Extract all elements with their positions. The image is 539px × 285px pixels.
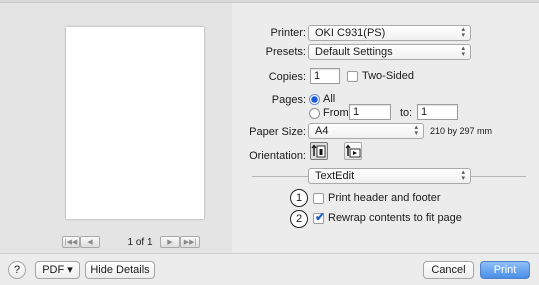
section-divider-right — [471, 176, 526, 177]
pages-to-label: to: — [400, 107, 413, 119]
rewrap-contents-label: Rewrap contents to fit page — [328, 212, 462, 224]
pages-from-label: From: — [323, 107, 352, 119]
paper-size-label: Paper Size: — [249, 126, 306, 138]
page-count-label: 1 of 1 — [127, 237, 153, 248]
landscape-icon — [345, 144, 361, 158]
help-button[interactable]: ? — [8, 261, 26, 279]
popup-arrows-icon: ▴ ▾ — [414, 124, 418, 137]
pdf-label: PDF ▾ — [42, 264, 73, 276]
pages-from-value: 1 — [353, 106, 360, 118]
preview-pane: |◀◀ ◀ 1 of 1 ▶ ▶▶| — [0, 3, 232, 253]
page-preview — [66, 27, 204, 219]
section-value: TextEdit — [315, 170, 355, 182]
callout-two: 2 — [290, 210, 308, 228]
printer-popup[interactable]: OKI C931(PS) ▴ ▾ — [308, 25, 471, 41]
rewrap-contents-checkbox[interactable]: ✔ — [313, 210, 326, 224]
section-popup[interactable]: TextEdit ▴ ▾ — [308, 168, 471, 184]
presets-popup[interactable]: Default Settings ▴ ▾ — [308, 44, 471, 60]
print-header-footer-checkbox[interactable] — [313, 193, 324, 204]
portrait-icon — [311, 144, 326, 158]
next-page-button[interactable]: ▶ — [160, 236, 180, 248]
popup-arrows-icon: ▴ ▾ — [461, 169, 465, 182]
pages-to-value: 1 — [421, 106, 428, 118]
paper-size-value: A4 — [315, 125, 329, 137]
pages-to-field[interactable]: 1 — [417, 104, 458, 120]
presets-label: Presets: — [265, 46, 306, 58]
print-dialog: |◀◀ ◀ 1 of 1 ▶ ▶▶| Printer: OKI C931(PS)… — [0, 0, 539, 285]
previous-page-icon: ◀ — [87, 239, 93, 246]
paper-size-popup[interactable]: A4 ▴ ▾ — [308, 123, 424, 139]
callout-one: 1 — [290, 189, 308, 207]
print-header-footer-label: Print header and footer — [328, 192, 441, 204]
first-page-icon: |◀◀ — [64, 239, 78, 246]
last-page-button[interactable]: ▶▶| — [180, 236, 200, 248]
hide-details-button[interactable]: Hide Details — [85, 261, 155, 279]
popup-arrows-icon: ▴ ▾ — [461, 26, 465, 39]
popup-arrows-icon: ▴ ▾ — [461, 45, 465, 58]
pdf-menu-button[interactable]: PDF ▾ — [35, 261, 80, 279]
cancel-button[interactable]: Cancel — [423, 261, 474, 279]
two-sided-label: Two-Sided — [362, 70, 414, 82]
copies-value: 1 — [314, 70, 321, 82]
last-page-icon: ▶▶| — [183, 239, 197, 246]
orientation-portrait-button[interactable] — [310, 142, 328, 160]
print-label: Print — [493, 264, 517, 276]
two-sided-checkbox[interactable] — [347, 71, 358, 82]
orientation-landscape-button[interactable] — [344, 142, 362, 160]
pages-label: Pages: — [271, 94, 306, 106]
presets-value: Default Settings — [315, 46, 393, 58]
printer-value: OKI C931(PS) — [315, 27, 386, 39]
next-page-icon: ▶ — [167, 239, 173, 246]
pages-from-radio[interactable] — [309, 108, 320, 119]
section-divider-left — [252, 176, 308, 177]
printer-label: Printer: — [270, 27, 306, 39]
pages-all-radio[interactable] — [309, 94, 320, 105]
hide-details-label: Hide Details — [90, 264, 150, 276]
copies-field[interactable]: 1 — [310, 68, 340, 84]
checkmark-icon: ✔ — [315, 210, 326, 224]
paper-dimensions: 210 by 297 mm — [430, 126, 493, 136]
print-button[interactable]: Print — [480, 261, 530, 279]
help-icon: ? — [13, 264, 21, 276]
pages-from-field[interactable]: 1 — [349, 104, 391, 120]
cancel-label: Cancel — [431, 264, 466, 276]
bottom-bar: ? PDF ▾ Hide Details Cancel Print — [0, 253, 539, 285]
orientation-label: Orientation: — [249, 150, 306, 162]
copies-label: Copies: — [268, 71, 306, 83]
previous-page-button[interactable]: ◀ — [80, 236, 100, 248]
pages-all-label: All — [323, 93, 336, 105]
first-page-button[interactable]: |◀◀ — [62, 236, 80, 248]
